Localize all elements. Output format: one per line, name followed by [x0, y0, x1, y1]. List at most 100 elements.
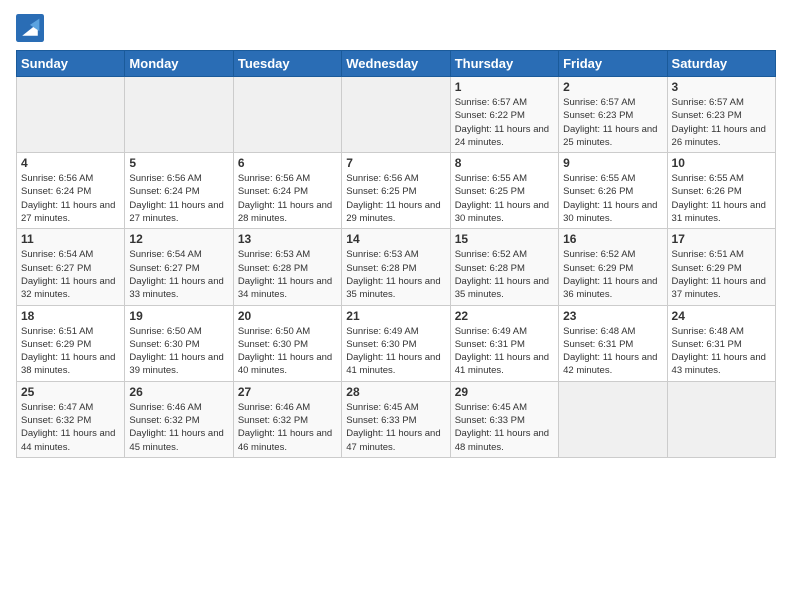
calendar-cell	[233, 77, 341, 153]
day-number: 2	[563, 80, 662, 94]
weekday-header-sunday: Sunday	[17, 51, 125, 77]
calendar-cell: 6 Sunrise: 6:56 AM Sunset: 6:24 PM Daylig…	[233, 153, 341, 229]
day-info: Sunrise: 6:50 AM Sunset: 6:30 PM Dayligh…	[129, 325, 228, 378]
day-number: 28	[346, 385, 445, 399]
day-number: 22	[455, 309, 554, 323]
weekday-header-wednesday: Wednesday	[342, 51, 450, 77]
day-info: Sunrise: 6:48 AM Sunset: 6:31 PM Dayligh…	[672, 325, 771, 378]
calendar-cell: 8 Sunrise: 6:55 AM Sunset: 6:25 PM Daylig…	[450, 153, 558, 229]
calendar-cell: 19 Sunrise: 6:50 AM Sunset: 6:30 PM Dayli…	[125, 305, 233, 381]
day-info: Sunrise: 6:57 AM Sunset: 6:22 PM Dayligh…	[455, 96, 554, 149]
day-info: Sunrise: 6:45 AM Sunset: 6:33 PM Dayligh…	[455, 401, 554, 454]
day-info: Sunrise: 6:50 AM Sunset: 6:30 PM Dayligh…	[238, 325, 337, 378]
calendar-week-5: 25 Sunrise: 6:47 AM Sunset: 6:32 PM Dayli…	[17, 381, 776, 457]
calendar-week-3: 11 Sunrise: 6:54 AM Sunset: 6:27 PM Dayli…	[17, 229, 776, 305]
day-number: 16	[563, 232, 662, 246]
weekday-header-thursday: Thursday	[450, 51, 558, 77]
calendar-cell	[125, 77, 233, 153]
calendar-cell: 1 Sunrise: 6:57 AM Sunset: 6:22 PM Daylig…	[450, 77, 558, 153]
weekday-header-friday: Friday	[559, 51, 667, 77]
calendar-cell: 17 Sunrise: 6:51 AM Sunset: 6:29 PM Dayli…	[667, 229, 775, 305]
weekday-header-monday: Monday	[125, 51, 233, 77]
calendar-week-1: 1 Sunrise: 6:57 AM Sunset: 6:22 PM Daylig…	[17, 77, 776, 153]
calendar-cell: 10 Sunrise: 6:55 AM Sunset: 6:26 PM Dayli…	[667, 153, 775, 229]
calendar-cell: 29 Sunrise: 6:45 AM Sunset: 6:33 PM Dayli…	[450, 381, 558, 457]
calendar-cell	[667, 381, 775, 457]
calendar-cell: 7 Sunrise: 6:56 AM Sunset: 6:25 PM Daylig…	[342, 153, 450, 229]
day-info: Sunrise: 6:46 AM Sunset: 6:32 PM Dayligh…	[238, 401, 337, 454]
day-number: 21	[346, 309, 445, 323]
calendar-cell: 9Sunrise: 6:55 AM Sunset: 6:26 PM Daylig…	[559, 153, 667, 229]
day-number: 9	[563, 156, 662, 170]
day-number: 6	[238, 156, 337, 170]
calendar-cell: 3 Sunrise: 6:57 AM Sunset: 6:23 PM Daylig…	[667, 77, 775, 153]
calendar-cell: 27 Sunrise: 6:46 AM Sunset: 6:32 PM Dayli…	[233, 381, 341, 457]
calendar-table: SundayMondayTuesdayWednesdayThursdayFrid…	[16, 50, 776, 458]
day-number: 7	[346, 156, 445, 170]
day-info: Sunrise: 6:51 AM Sunset: 6:29 PM Dayligh…	[672, 248, 771, 301]
day-info: Sunrise: 6:56 AM Sunset: 6:24 PM Dayligh…	[238, 172, 337, 225]
day-info: Sunrise: 6:57 AM Sunset: 6:23 PM Dayligh…	[672, 96, 771, 149]
header	[16, 10, 776, 42]
day-info: Sunrise: 6:49 AM Sunset: 6:30 PM Dayligh…	[346, 325, 445, 378]
day-info: Sunrise: 6:56 AM Sunset: 6:25 PM Dayligh…	[346, 172, 445, 225]
day-info: Sunrise: 6:52 AM Sunset: 6:28 PM Dayligh…	[455, 248, 554, 301]
calendar-cell: 28 Sunrise: 6:45 AM Sunset: 6:33 PM Dayli…	[342, 381, 450, 457]
calendar-cell: 18Sunrise: 6:51 AM Sunset: 6:29 PM Dayli…	[17, 305, 125, 381]
calendar-cell: 22 Sunrise: 6:49 AM Sunset: 6:31 PM Dayli…	[450, 305, 558, 381]
day-number: 13	[238, 232, 337, 246]
day-number: 12	[129, 232, 228, 246]
calendar-cell: 2 Sunrise: 6:57 AM Sunset: 6:23 PM Daylig…	[559, 77, 667, 153]
calendar-week-2: 4 Sunrise: 6:56 AM Sunset: 6:24 PM Daylig…	[17, 153, 776, 229]
day-number: 10	[672, 156, 771, 170]
day-number: 25	[21, 385, 120, 399]
day-number: 5	[129, 156, 228, 170]
calendar-cell	[342, 77, 450, 153]
day-number: 15	[455, 232, 554, 246]
day-info: Sunrise: 6:54 AM Sunset: 6:27 PM Dayligh…	[21, 248, 120, 301]
day-number: 14	[346, 232, 445, 246]
day-info: Sunrise: 6:53 AM Sunset: 6:28 PM Dayligh…	[346, 248, 445, 301]
calendar-cell: 25 Sunrise: 6:47 AM Sunset: 6:32 PM Dayli…	[17, 381, 125, 457]
calendar-cell: 21 Sunrise: 6:49 AM Sunset: 6:30 PM Dayli…	[342, 305, 450, 381]
day-info: Sunrise: 6:55 AM Sunset: 6:25 PM Dayligh…	[455, 172, 554, 225]
weekday-header-saturday: Saturday	[667, 51, 775, 77]
logo	[16, 14, 46, 42]
day-info: Sunrise: 6:47 AM Sunset: 6:32 PM Dayligh…	[21, 401, 120, 454]
day-info: Sunrise: 6:45 AM Sunset: 6:33 PM Dayligh…	[346, 401, 445, 454]
day-number: 26	[129, 385, 228, 399]
calendar-cell: 24Sunrise: 6:48 AM Sunset: 6:31 PM Dayli…	[667, 305, 775, 381]
day-info: Sunrise: 6:54 AM Sunset: 6:27 PM Dayligh…	[129, 248, 228, 301]
day-number: 19	[129, 309, 228, 323]
day-info: Sunrise: 6:57 AM Sunset: 6:23 PM Dayligh…	[563, 96, 662, 149]
day-number: 8	[455, 156, 554, 170]
day-number: 11	[21, 232, 120, 246]
day-info: Sunrise: 6:55 AM Sunset: 6:26 PM Dayligh…	[672, 172, 771, 225]
day-info: Sunrise: 6:46 AM Sunset: 6:32 PM Dayligh…	[129, 401, 228, 454]
day-info: Sunrise: 6:56 AM Sunset: 6:24 PM Dayligh…	[21, 172, 120, 225]
calendar-cell: 15 Sunrise: 6:52 AM Sunset: 6:28 PM Dayli…	[450, 229, 558, 305]
day-info: Sunrise: 6:52 AM Sunset: 6:29 PM Dayligh…	[563, 248, 662, 301]
calendar-cell: 5 Sunrise: 6:56 AM Sunset: 6:24 PM Daylig…	[125, 153, 233, 229]
calendar-cell: 13 Sunrise: 6:53 AM Sunset: 6:28 PM Dayli…	[233, 229, 341, 305]
calendar-cell: 14 Sunrise: 6:53 AM Sunset: 6:28 PM Dayli…	[342, 229, 450, 305]
day-number: 23	[563, 309, 662, 323]
day-number: 20	[238, 309, 337, 323]
day-info: Sunrise: 6:53 AM Sunset: 6:28 PM Dayligh…	[238, 248, 337, 301]
day-info: Sunrise: 6:49 AM Sunset: 6:31 PM Dayligh…	[455, 325, 554, 378]
calendar-cell: 20 Sunrise: 6:50 AM Sunset: 6:30 PM Dayli…	[233, 305, 341, 381]
calendar-week-4: 18Sunrise: 6:51 AM Sunset: 6:29 PM Dayli…	[17, 305, 776, 381]
calendar-cell: 16 Sunrise: 6:52 AM Sunset: 6:29 PM Dayli…	[559, 229, 667, 305]
day-number: 1	[455, 80, 554, 94]
day-number: 4	[21, 156, 120, 170]
day-number: 17	[672, 232, 771, 246]
weekday-header-tuesday: Tuesday	[233, 51, 341, 77]
day-info: Sunrise: 6:51 AM Sunset: 6:29 PM Dayligh…	[21, 325, 120, 378]
page: { "header": { "logo_general": "General",…	[0, 0, 792, 612]
day-number: 27	[238, 385, 337, 399]
day-number: 29	[455, 385, 554, 399]
day-number: 3	[672, 80, 771, 94]
day-info: Sunrise: 6:56 AM Sunset: 6:24 PM Dayligh…	[129, 172, 228, 225]
calendar-cell: 26 Sunrise: 6:46 AM Sunset: 6:32 PM Dayli…	[125, 381, 233, 457]
day-info: Sunrise: 6:48 AM Sunset: 6:31 PM Dayligh…	[563, 325, 662, 378]
